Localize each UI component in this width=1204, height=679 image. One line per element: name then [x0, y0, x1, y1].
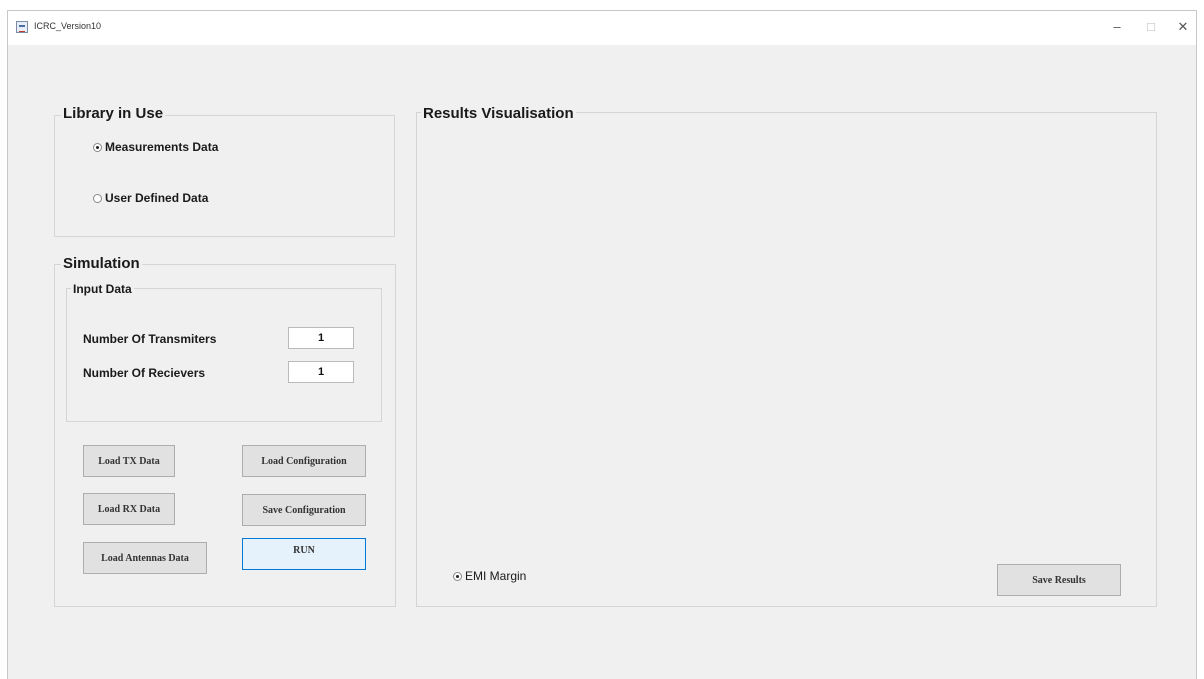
receivers-input[interactable]: 1	[288, 361, 354, 383]
transmitters-input[interactable]: 1	[288, 327, 354, 349]
simulation-panel-title: Simulation	[61, 255, 142, 272]
input-data-panel: Input Data Number Of Transmiters 1 Numbe…	[66, 282, 382, 422]
radio-unchecked-icon	[93, 193, 102, 203]
load-tx-data-button[interactable]: Load TX Data	[83, 445, 175, 477]
save-results-button[interactable]: Save Results	[997, 564, 1121, 596]
load-antennas-data-button[interactable]: Load Antennas Data	[83, 542, 207, 574]
measurements-data-radio[interactable]: Measurements Data	[93, 140, 218, 154]
radio-checked-icon	[453, 571, 462, 581]
emi-margin-radio[interactable]: EMI Margin	[453, 569, 526, 583]
maximize-button[interactable]: □	[1136, 17, 1166, 37]
minimize-button[interactable]: –	[1102, 17, 1132, 37]
receivers-label: Number Of Recievers	[83, 366, 206, 380]
input-data-title: Input Data	[71, 282, 134, 296]
title-bar: ICRC_Version10 – □ ✕	[8, 11, 1196, 45]
emi-margin-label: EMI Margin	[465, 569, 527, 583]
radio-checked-icon	[93, 142, 102, 152]
results-panel-title: Results Visualisation	[421, 105, 576, 122]
library-panel: Library in Use Measurements Data User De…	[54, 105, 395, 237]
results-panel: Results Visualisation EMI Margin Save Re…	[416, 105, 1157, 607]
load-rx-data-button[interactable]: Load RX Data	[83, 493, 175, 525]
simulation-panel: Simulation Input Data Number Of Transmit…	[54, 255, 396, 607]
measurements-data-label: Measurements Data	[105, 140, 219, 154]
matlab-app-icon	[16, 21, 28, 33]
user-defined-data-label: User Defined Data	[105, 191, 209, 205]
app-window: ICRC_Version10 – □ ✕ Library in Use Meas…	[7, 10, 1197, 679]
load-configuration-button[interactable]: Load Configuration	[242, 445, 366, 477]
run-button[interactable]: RUN	[242, 538, 366, 570]
transmitters-label: Number Of Transmiters	[83, 332, 217, 346]
close-button[interactable]: ✕	[1168, 17, 1198, 37]
user-defined-data-radio[interactable]: User Defined Data	[93, 191, 208, 205]
save-configuration-button[interactable]: Save Configuration	[242, 494, 366, 526]
window-title: ICRC_Version10	[34, 21, 102, 31]
library-panel-title: Library in Use	[61, 105, 166, 122]
